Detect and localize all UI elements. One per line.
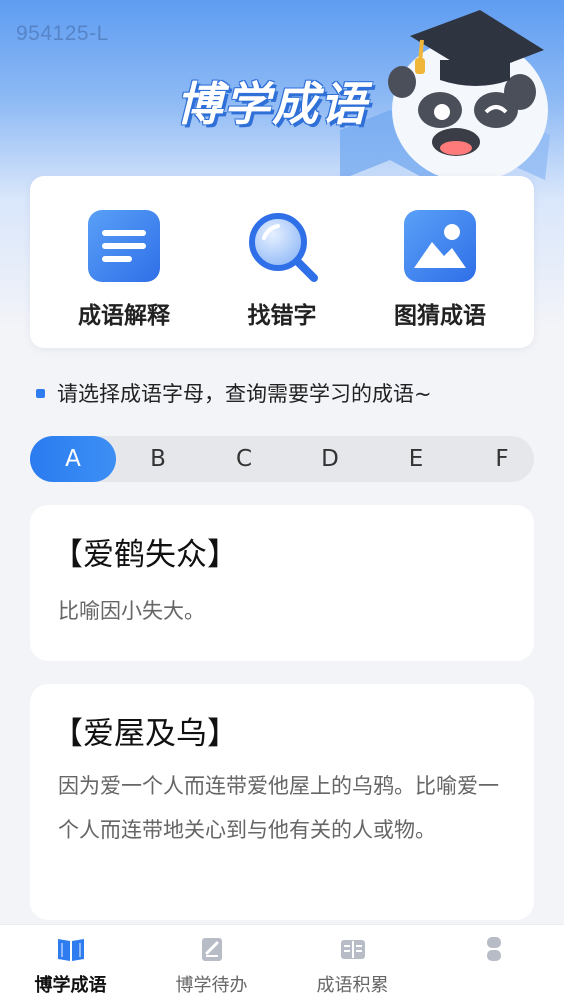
picture-icon [404,210,476,282]
bottom-tab-bar: 博学成语 博学待办 成语积累 [0,924,564,1005]
tab-todo[interactable]: 博学待办 [141,925,282,1005]
book-icon [57,939,84,961]
magnifier-icon [246,210,318,282]
watermark: 954125-L [16,22,109,45]
profile-icon [486,937,501,961]
menu-idiom-explain-button[interactable]: 成语解释 [44,210,204,330]
letter-tab-d[interactable]: D [288,436,372,482]
menu-label: 找错字 [247,303,317,329]
notebook-icon [340,940,365,959]
letter-tab-c[interactable]: C [202,436,286,482]
idiom-description: 比喻因小失大。 [58,599,205,623]
menu-label: 成语解释 [78,303,170,329]
feature-menu: 成语解释 找错字 图猜成语 [30,176,534,348]
letter-tab-b[interactable]: B [116,436,200,482]
app-title: 博学成语 [176,77,368,131]
letter-tab-e[interactable]: E [374,436,458,482]
menu-label: 图猜成语 [394,303,486,329]
tab-label: 博学成语 [34,975,107,996]
menu-find-typo-button[interactable]: 找错字 [202,210,362,330]
tab-idioms[interactable]: 博学成语 [0,925,141,1005]
document-lines-icon [88,210,160,282]
letter-tab-a[interactable]: A [30,436,116,482]
tab-label: 博学待办 [175,975,248,996]
instruction-text: 请选择成语字母，查询需要学习的成语~ [36,378,432,408]
instruction-label: 请选择成语字母，查询需要学习的成语~ [57,382,432,406]
tab-label: 成语积累 [316,975,389,996]
todo-note-icon [201,938,222,961]
letter-selector: A B C D E F [30,436,534,482]
idiom-description: 因为爱一个人而连带爱他屋上的乌鸦。比喻爱一个人而连带地关心到与他有关的人或物。 [58,774,499,842]
idiom-card[interactable]: 【爱屋及乌】 因为爱一个人而连带爱他屋上的乌鸦。比喻爱一个人而连带地关心到与他有… [30,684,534,920]
tab-collection[interactable]: 成语积累 [282,925,423,1005]
menu-picture-guess-button[interactable]: 图猜成语 [360,210,520,330]
idiom-title: 【爱屋及乌】 [52,716,238,752]
idiom-title: 【爱鹤失众】 [52,537,238,573]
letter-tab-f[interactable]: F [460,436,544,482]
bullet-dot [36,388,45,398]
idiom-card[interactable]: 【爱鹤失众】 比喻因小失大。 [30,505,534,661]
tab-profile[interactable] [423,925,564,1005]
